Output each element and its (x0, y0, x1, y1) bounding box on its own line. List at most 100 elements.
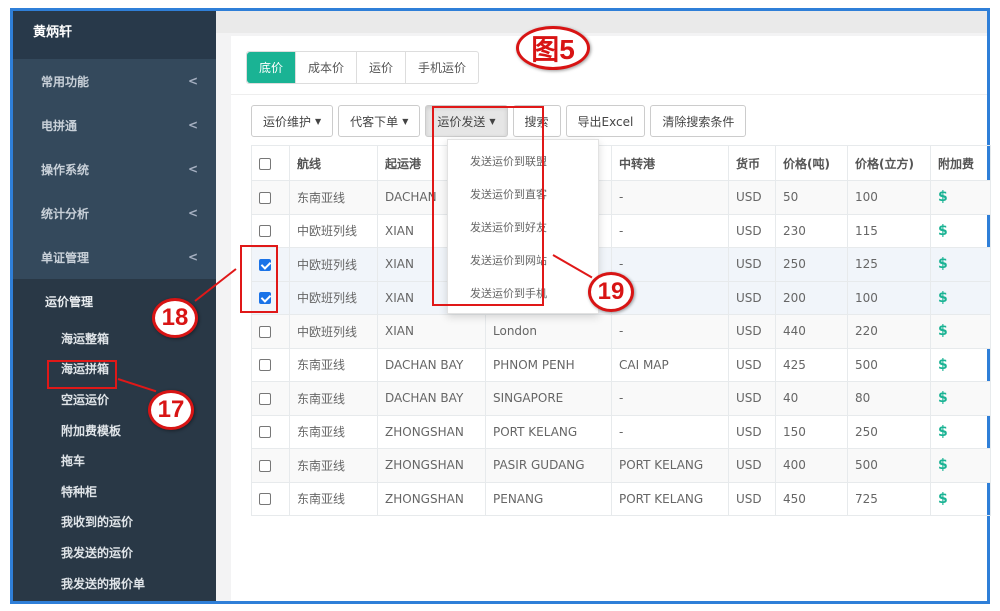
table-row[interactable]: 东南亚线 DACHAN BAY SINGAPORE - USD 40 80 $ (251, 381, 991, 416)
table-cell: 100 (847, 280, 931, 315)
row-checkbox[interactable] (259, 359, 271, 372)
select-all-checkbox[interactable] (259, 157, 271, 170)
table-cell: USD (728, 180, 776, 215)
table-row[interactable]: 中欧班列线 XIAN London - USD 440 220 $ (251, 314, 991, 349)
sidebar-item[interactable]: 操作系统 < (13, 147, 216, 191)
tab[interactable]: 底价 (247, 52, 297, 83)
surcharge-cell: $ (930, 448, 991, 483)
content-panel: 底价 成本价 运价 手机运价 运价维护 ▼ 代客下单 ▼ 运价发送 ▼ 搜索 导出Excel… (231, 36, 991, 601)
chevron-left-icon: < (187, 250, 198, 264)
dollar-icon[interactable]: $ (938, 457, 948, 473)
table-cell: USD (728, 381, 776, 416)
surcharge-cell: $ (930, 347, 991, 382)
table-cell: ZHONGSHAN (377, 448, 486, 483)
row-checkbox[interactable] (259, 225, 271, 238)
table-cell: 中欧班列线 (289, 247, 378, 282)
annotation-box-checkboxes (240, 245, 278, 313)
dollar-icon[interactable]: $ (938, 390, 948, 406)
table-cell: 400 (775, 448, 848, 483)
table-cell: PORT KELANG (485, 414, 612, 449)
table-cell: 50 (775, 180, 848, 215)
sidebar-item-label: 电拼通 (41, 118, 78, 133)
caret-down-icon: ▼ (315, 116, 322, 126)
checkbox-cell (251, 448, 290, 483)
column-header[interactable]: 货币 (728, 145, 776, 181)
sidebar-item[interactable]: 电拼通 < (13, 103, 216, 147)
dollar-icon[interactable]: $ (938, 357, 948, 373)
dollar-icon[interactable]: $ (938, 256, 948, 272)
table-cell: London (485, 314, 612, 349)
sidebar-item[interactable]: 统计分析 < (13, 191, 216, 235)
checkbox-cell (251, 481, 290, 516)
table-cell: - (611, 213, 729, 248)
sidebar-subitem[interactable]: 拖车 (13, 445, 216, 476)
table-cell: USD (728, 213, 776, 248)
row-checkbox[interactable] (259, 459, 271, 472)
table-cell: 250 (775, 247, 848, 282)
surcharge-cell: $ (930, 481, 991, 516)
tab[interactable]: 成本价 (296, 52, 358, 83)
proxy-order-dropdown-button[interactable]: 代客下单 ▼ (338, 105, 421, 137)
annotation-box-dropdown (432, 106, 544, 306)
sidebar-item[interactable]: 单证管理 < (13, 235, 216, 279)
clear-search-button[interactable]: 清除搜索条件 (650, 105, 747, 137)
column-header[interactable]: 价格(吨) (775, 145, 848, 181)
row-checkbox[interactable] (259, 426, 271, 439)
row-checkbox[interactable] (259, 191, 271, 204)
table-cell: 450 (775, 481, 848, 516)
tab[interactable]: 运价 (357, 52, 407, 83)
dollar-icon[interactable]: $ (938, 189, 948, 205)
chevron-left-icon: < (187, 206, 198, 220)
table-cell: PORT KELANG (611, 448, 729, 483)
dollar-icon[interactable]: $ (938, 290, 948, 306)
row-checkbox[interactable] (259, 392, 271, 405)
button-label: 运价维护 (263, 114, 312, 129)
table-row[interactable]: 中欧班列线 XIAN - USD 230 115 $ (251, 213, 991, 248)
table-cell: PHNOM PENH (485, 347, 612, 382)
table-cell: ZHONGSHAN (377, 414, 486, 449)
table-cell: 250 (847, 414, 931, 449)
table-cell: PORT KELANG (611, 481, 729, 516)
table-row[interactable]: 东南亚线 ZHONGSHAN PENANG PORT KELANG USD 450 725 $ (251, 481, 991, 516)
table-cell: 东南亚线 (289, 414, 378, 449)
chevron-left-icon: < (187, 162, 198, 176)
tab[interactable]: 手机运价 (406, 52, 478, 83)
figure-label: 图5 (516, 26, 590, 70)
annotation-number: 19 (588, 272, 634, 312)
sidebar-subitem[interactable]: 我收到的运价 (13, 507, 216, 538)
table-row[interactable]: 东南亚线 ZHONGSHAN PASIR GUDANG PORT KELANG USD 4… (251, 448, 991, 483)
column-header[interactable]: 中转港 (611, 145, 729, 181)
sidebar-item-label: 单证管理 (41, 250, 90, 265)
button-label: 代客下单 (350, 114, 399, 129)
column-header[interactable]: 价格(立方) (847, 145, 931, 181)
column-header[interactable]: 附加费 (930, 145, 991, 181)
table-cell: 40 (775, 381, 848, 416)
table-row[interactable]: 东南亚线 DACHAN BAY PHNOM PENH CAI MAP USD 425 500… (251, 347, 991, 382)
table-row[interactable]: 东南亚线 DACHAN - USD 50 100 $ (251, 180, 991, 215)
dollar-icon[interactable]: $ (938, 424, 948, 440)
sidebar-subitem[interactable]: 我发送的报价单 (13, 568, 216, 599)
row-checkbox[interactable] (259, 325, 271, 338)
table-row[interactable]: 东南亚线 ZHONGSHAN PORT KELANG - USD 150 250 $ (251, 414, 991, 449)
divider (231, 94, 987, 95)
maintain-dropdown-button[interactable]: 运价维护 ▼ (251, 105, 334, 137)
annotation-number: 17 (148, 390, 194, 430)
sidebar-subitem[interactable]: 我发送的运价 (13, 537, 216, 568)
sidebar-subitem[interactable]: 特种柜 (13, 476, 216, 507)
select-all-cell (251, 145, 290, 181)
sidebar-item[interactable]: 常用功能 < (13, 59, 216, 103)
dollar-icon[interactable]: $ (938, 491, 948, 507)
checkbox-cell (251, 347, 290, 382)
table-cell: - (611, 247, 729, 282)
table-cell: 100 (847, 180, 931, 215)
table-cell: 东南亚线 (289, 381, 378, 416)
table-cell: SINGAPORE (485, 381, 612, 416)
row-checkbox[interactable] (259, 493, 271, 506)
dollar-icon[interactable]: $ (938, 223, 948, 239)
checkbox-cell (251, 180, 290, 215)
column-header[interactable]: 航线 (289, 145, 378, 181)
table-cell: 东南亚线 (289, 180, 378, 215)
dollar-icon[interactable]: $ (938, 323, 948, 339)
surcharge-cell: $ (930, 247, 991, 282)
export-excel-button[interactable]: 导出Excel (565, 105, 646, 137)
